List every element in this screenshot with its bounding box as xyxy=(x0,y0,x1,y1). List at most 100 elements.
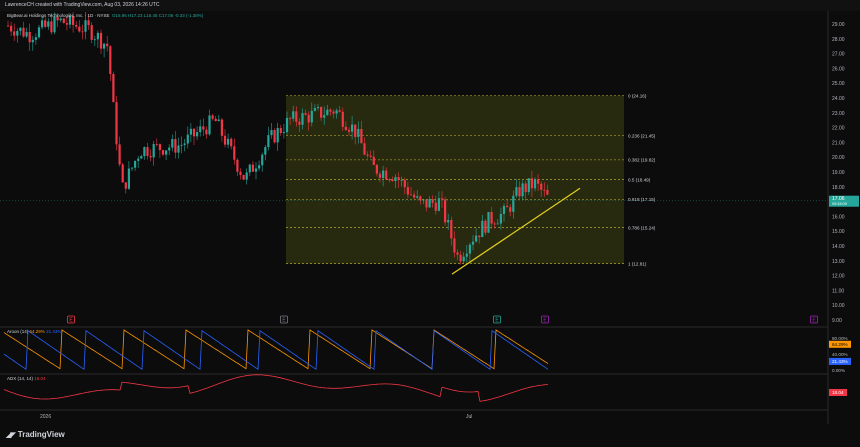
candle-body xyxy=(462,256,465,262)
candle-body xyxy=(521,183,524,197)
candle-body xyxy=(320,106,323,118)
candle-body xyxy=(512,195,515,212)
candle-body xyxy=(307,114,310,123)
candle-body xyxy=(329,109,332,112)
fib-level-label: 0.382 (19.82) xyxy=(628,158,656,163)
candle-body xyxy=(155,144,158,145)
candle-body xyxy=(53,16,56,33)
price-tick-label: 19.00 xyxy=(832,170,845,176)
candle-body xyxy=(109,46,112,74)
candle-body xyxy=(174,139,177,153)
candle-body xyxy=(499,213,502,224)
candle-body xyxy=(168,147,171,151)
candle-body xyxy=(413,194,416,198)
candle-body xyxy=(403,179,406,188)
candle-body xyxy=(487,212,490,233)
candle-body xyxy=(289,117,292,119)
candle-body xyxy=(419,196,422,201)
candle-body xyxy=(161,150,165,155)
candle-body xyxy=(186,134,189,144)
candle-body xyxy=(437,198,440,211)
candle-body xyxy=(28,31,31,43)
candle-body xyxy=(189,128,192,135)
candle-body xyxy=(50,21,53,33)
candle-body xyxy=(242,174,245,180)
candle-body xyxy=(93,39,96,41)
candle-body xyxy=(471,241,475,245)
adx-badge-label: 18.04 xyxy=(832,390,844,395)
candle-body xyxy=(134,160,137,168)
candle-body xyxy=(146,147,149,156)
candle-body xyxy=(546,189,549,195)
candle-body xyxy=(65,23,68,25)
candle-body xyxy=(506,205,509,208)
candle-body xyxy=(493,223,496,225)
aroon-down-value: 21.43% xyxy=(46,329,62,334)
candle-body xyxy=(406,187,409,195)
candle-body xyxy=(192,128,196,137)
aroon-up-badge-label: 64.29% xyxy=(832,342,848,347)
price-tick-label: 11.00 xyxy=(832,288,844,294)
symbol-legend: BigBear.ai Holdings Technologies, Inc. ·… xyxy=(7,13,203,18)
candle-body xyxy=(285,117,289,133)
candle-body xyxy=(16,30,19,36)
candle-body xyxy=(177,145,180,153)
candle-body xyxy=(444,199,447,223)
candle-body xyxy=(270,130,273,136)
candle-body xyxy=(481,220,484,238)
candle-body xyxy=(208,115,211,135)
price-tick-label: 24.00 xyxy=(832,96,845,102)
candle-body xyxy=(450,220,453,239)
brand-name: TradingView xyxy=(17,430,65,439)
candle-body xyxy=(502,205,506,214)
candle-body xyxy=(31,39,34,43)
fib-level-label: 0.5 (18.49) xyxy=(628,177,651,182)
candle-body xyxy=(459,254,462,262)
candle-body xyxy=(332,111,335,114)
chart-canvas[interactable]: 29.00 28.00 27.00 26.00 25.00 24.00 23.00 22.00… xyxy=(0,0,860,424)
aroon-label: Aroon (14) xyxy=(7,329,29,334)
aroon-axis-label: 40.00% xyxy=(832,352,848,357)
price-tick-label: 20.00 xyxy=(832,155,845,161)
candle-body xyxy=(251,164,254,172)
last-price-countdown: 09:33:09 xyxy=(832,202,847,206)
candle-body xyxy=(106,43,109,47)
candle-body xyxy=(87,20,90,26)
candle-body xyxy=(282,132,285,134)
candle-body xyxy=(341,111,344,127)
candle-body xyxy=(273,130,276,143)
candle-body xyxy=(292,111,295,119)
aroon-up-value: 64.29% xyxy=(29,329,45,334)
price-tick-label: 18.00 xyxy=(832,185,845,191)
candle-body xyxy=(180,144,183,146)
candle-body xyxy=(130,167,134,169)
candle-body xyxy=(223,135,227,145)
adx-line xyxy=(3,374,549,402)
fib-level-label: 1 (12.81) xyxy=(628,261,647,266)
candle-body xyxy=(112,73,115,103)
price-tick-label: 13.00 xyxy=(832,259,845,265)
symbol-name: BigBear.ai Holdings Technologies, Inc. ·… xyxy=(7,13,110,18)
candle-body xyxy=(41,20,44,28)
candle-body xyxy=(323,115,326,118)
aroon-axis-label: 0.00% xyxy=(832,368,845,373)
aroon-legend: Aroon (14) 64.29% 21.43% xyxy=(7,329,61,334)
candle-body xyxy=(78,26,81,32)
candle-body xyxy=(34,37,37,40)
candle-body xyxy=(22,27,25,37)
candle-body xyxy=(347,129,351,132)
candle-body xyxy=(382,170,385,179)
candle-body xyxy=(372,156,375,165)
candle-body xyxy=(143,147,146,157)
tradingview-logo[interactable]: ◢◤ TradingView xyxy=(6,430,65,439)
candle-body xyxy=(239,171,242,175)
candle-body xyxy=(233,146,236,160)
candle-body xyxy=(388,179,391,181)
time-tick-label: Jul xyxy=(466,414,472,420)
candle-body xyxy=(478,235,481,238)
candle-body xyxy=(428,199,431,208)
candle-body xyxy=(530,178,533,189)
candle-body xyxy=(90,25,93,40)
candle-body xyxy=(465,253,468,257)
price-tick-label: 16.00 xyxy=(832,214,845,220)
